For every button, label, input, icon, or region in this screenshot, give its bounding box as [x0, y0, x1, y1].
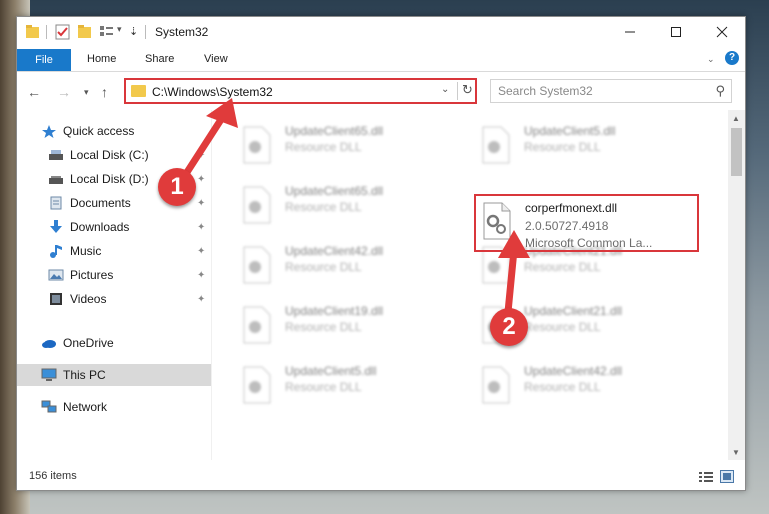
callout-badge-1: 1	[158, 168, 196, 206]
annotation-arrows	[178, 98, 530, 316]
arrow-2-head	[498, 230, 530, 258]
arrow-2	[504, 246, 518, 316]
callout-badge-2: 2	[490, 308, 528, 346]
